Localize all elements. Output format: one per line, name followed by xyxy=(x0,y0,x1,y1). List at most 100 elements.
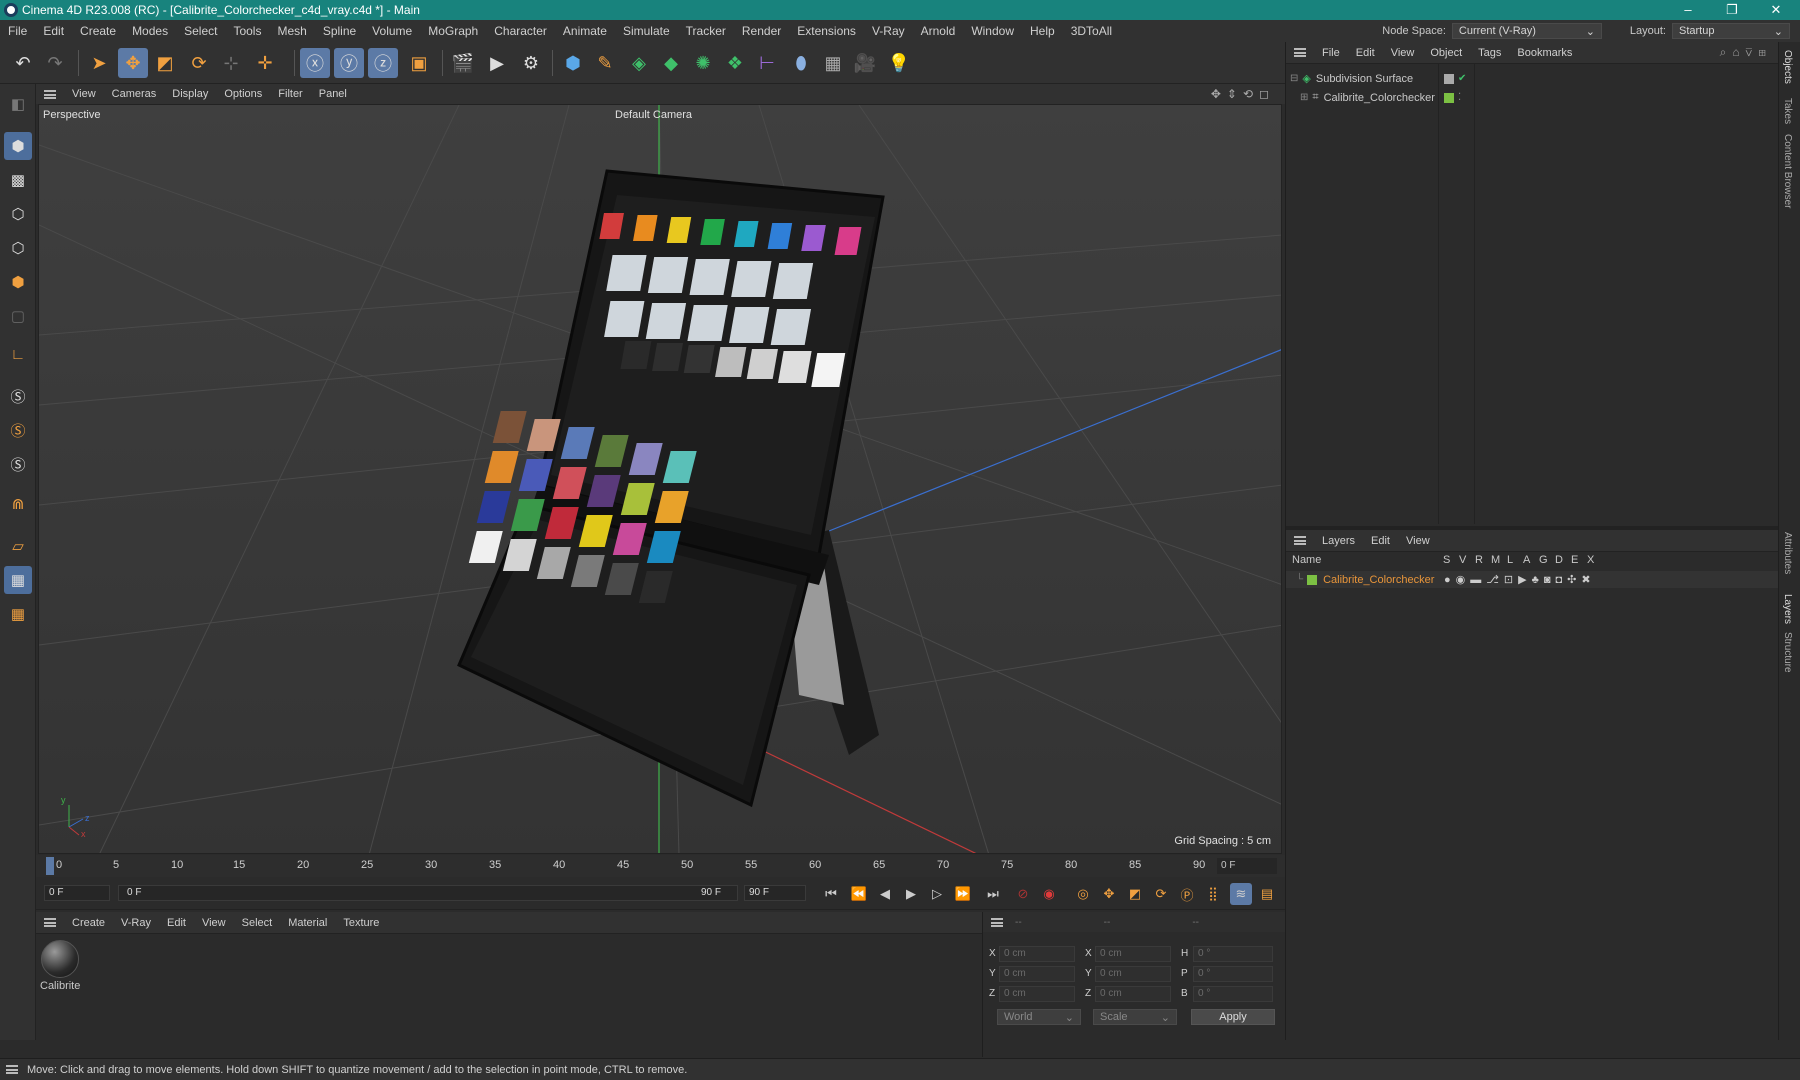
rotation-b-field[interactable]: 0 ° xyxy=(1193,986,1273,1002)
deformer-icon[interactable]: ⊢ xyxy=(752,48,782,78)
subdivision-surface-icon[interactable]: ◈ xyxy=(624,48,654,78)
menu-mesh[interactable]: Mesh xyxy=(269,24,314,38)
coordinate-space-dropdown[interactable]: World ⌄ xyxy=(997,1009,1081,1025)
move-tool-icon[interactable]: ✥ xyxy=(118,48,148,78)
field-icon[interactable]: ⬮ xyxy=(786,48,816,78)
tab-structure[interactable]: Structure xyxy=(1782,632,1793,673)
recent-tool-icon[interactable]: ⊹ xyxy=(216,48,246,78)
viewport-menu-cameras[interactable]: Cameras xyxy=(104,88,165,100)
cube-icon[interactable]: ⬢ xyxy=(558,48,588,78)
menu-mograph[interactable]: MoGraph xyxy=(420,24,486,38)
model-mode-icon[interactable]: ⬢ xyxy=(4,132,32,160)
layer-flag-icons[interactable]: ●◉▬⎇⊡▶♣◙◘✣✖ xyxy=(1444,573,1596,586)
layers-menu-view[interactable]: View xyxy=(1398,535,1438,547)
menu-file[interactable]: File xyxy=(0,24,35,38)
current-frame-field[interactable]: 0 F xyxy=(1217,858,1277,874)
dots-icon[interactable]: ⁚ xyxy=(1458,92,1461,103)
grid-workplane-icon[interactable]: ▦ xyxy=(4,566,32,594)
objects-menu-view[interactable]: View xyxy=(1383,47,1423,59)
magnet-icon[interactable]: ⋒ xyxy=(4,490,32,518)
maximize-button[interactable]: ❐ xyxy=(1710,0,1754,20)
key-position-icon[interactable]: ✥ xyxy=(1098,883,1120,905)
coordinate-mode-dropdown[interactable]: Scale ⌄ xyxy=(1093,1009,1177,1025)
viewport-menu-options[interactable]: Options xyxy=(216,88,270,100)
menu-3dtoall[interactable]: 3DToAll xyxy=(1063,24,1120,38)
undo-icon[interactable]: ↶ xyxy=(8,48,38,78)
objects-menu-bookmarks[interactable]: Bookmarks xyxy=(1509,47,1580,59)
polygons-mode-icon[interactable]: ⬢ xyxy=(4,268,32,296)
tab-layers[interactable]: Layers xyxy=(1782,594,1793,624)
locked-workplane-icon[interactable]: ▦ xyxy=(4,600,32,628)
floor-icon[interactable]: ▦ xyxy=(818,48,848,78)
hamburger-menu-icon[interactable] xyxy=(1294,536,1306,545)
material-menu-select[interactable]: Select xyxy=(234,917,281,929)
hamburger-menu-icon[interactable] xyxy=(44,89,56,99)
hamburger-menu-icon[interactable] xyxy=(991,917,1003,927)
close-button[interactable]: ✕ xyxy=(1754,0,1798,20)
object-row[interactable]: ⊞ ⌗ Calibrite_Colorchecker ⁚ xyxy=(1286,89,1779,106)
menu-window[interactable]: Window xyxy=(963,24,1022,38)
coordinate-system-icon[interactable]: ✛ xyxy=(250,48,280,78)
size-y-field[interactable]: 0 cm xyxy=(1095,966,1171,982)
redo-icon[interactable]: ↷ xyxy=(40,48,70,78)
material-swatch[interactable]: Calibrite xyxy=(40,940,80,992)
menu-tools[interactable]: Tools xyxy=(225,24,269,38)
previous-key-icon[interactable]: ⏪ xyxy=(848,883,870,905)
play-icon[interactable]: ▶ xyxy=(900,883,922,905)
key-scale-icon[interactable]: ◩ xyxy=(1124,883,1146,905)
menu-tracker[interactable]: Tracker xyxy=(678,24,734,38)
workplane-snap-icon[interactable]: Ⓢ xyxy=(4,450,32,478)
x-axis-lock-icon[interactable]: ⓧ xyxy=(300,48,330,78)
menu-edit[interactable]: Edit xyxy=(35,24,72,38)
size-z-field[interactable]: 0 cm xyxy=(1095,986,1171,1002)
menu-spline[interactable]: Spline xyxy=(315,24,364,38)
z-axis-lock-icon[interactable]: ⓩ xyxy=(368,48,398,78)
viewport-menu-display[interactable]: Display xyxy=(164,88,216,100)
extrude-icon[interactable]: ◆ xyxy=(656,48,686,78)
timeline-window-icon[interactable]: ▤ xyxy=(1256,883,1278,905)
start-frame-field[interactable]: 0 F xyxy=(44,885,110,901)
objects-menu-edit[interactable]: Edit xyxy=(1348,47,1383,59)
rotation-p-field[interactable]: 0 ° xyxy=(1193,966,1273,982)
axis-mode-icon[interactable]: ∟ xyxy=(4,340,32,368)
3d-viewport[interactable]: y z x Perspective Default Camera Grid Sp… xyxy=(38,104,1282,854)
next-frame-icon[interactable]: ▷ xyxy=(926,883,948,905)
timeline-ruler[interactable]: 0 5 10 15 20 25 30 35 40 45 50 55 60 65 … xyxy=(36,855,1285,877)
size-x-field[interactable]: 0 cm xyxy=(1095,946,1171,962)
objects-menu-tags[interactable]: Tags xyxy=(1470,47,1509,59)
render-picture-viewer-icon[interactable]: ▶ xyxy=(482,48,512,78)
menu-volume[interactable]: Volume xyxy=(364,24,420,38)
position-x-field[interactable]: 0 cm xyxy=(999,946,1075,962)
node-space-dropdown[interactable]: Current (V-Ray) ⌄ xyxy=(1451,23,1602,39)
viewport-nav-icons[interactable]: ✥⇕⟲◻ xyxy=(1211,87,1275,101)
hamburger-menu-icon[interactable] xyxy=(1294,48,1306,57)
tab-content-browser[interactable]: Content Browser xyxy=(1782,134,1793,208)
edges-mode-icon[interactable]: ⬡ xyxy=(4,234,32,262)
workplane-icon[interactable]: ▱ xyxy=(4,532,32,560)
material-menu-edit[interactable]: Edit xyxy=(159,917,194,929)
render-view-icon[interactable]: 🎬 xyxy=(448,48,478,78)
pen-spline-icon[interactable]: ✎ xyxy=(590,48,620,78)
hamburger-menu-icon[interactable] xyxy=(6,1065,18,1074)
objects-toolbar-icons[interactable]: ⌕⌂⊽⊞ xyxy=(1720,45,1772,60)
rotate-tool-icon[interactable]: ⟳ xyxy=(184,48,214,78)
menu-animate[interactable]: Animate xyxy=(555,24,615,38)
uv-mode-icon[interactable]: ▢ xyxy=(4,302,32,330)
end-frame-field[interactable]: 90 F xyxy=(744,885,806,901)
tab-attributes[interactable]: Attributes xyxy=(1782,532,1793,574)
viewport-menu-filter[interactable]: Filter xyxy=(270,88,310,100)
layer-name[interactable]: Calibrite_Colorchecker xyxy=(1323,574,1434,586)
objects-menu-object[interactable]: Object xyxy=(1422,47,1470,59)
layer-row[interactable]: └ Calibrite_Colorchecker ●◉▬⎇⊡▶♣◙◘✣✖ xyxy=(1286,571,1779,588)
camera-icon[interactable]: 🎥 xyxy=(850,48,880,78)
texture-mode-icon[interactable]: ▩ xyxy=(4,166,32,194)
hamburger-menu-icon[interactable] xyxy=(44,918,56,927)
next-key-icon[interactable]: ⏩ xyxy=(952,883,974,905)
menu-create[interactable]: Create xyxy=(72,24,124,38)
expand-icon[interactable]: ⊟ xyxy=(1290,73,1298,84)
expand-icon[interactable]: ⊞ xyxy=(1300,92,1308,103)
viewport-camera-name[interactable]: Default Camera xyxy=(615,109,692,121)
key-pla-icon[interactable]: ⣿ xyxy=(1202,883,1224,905)
layers-menu-edit[interactable]: Edit xyxy=(1363,535,1398,547)
menu-modes[interactable]: Modes xyxy=(124,24,176,38)
